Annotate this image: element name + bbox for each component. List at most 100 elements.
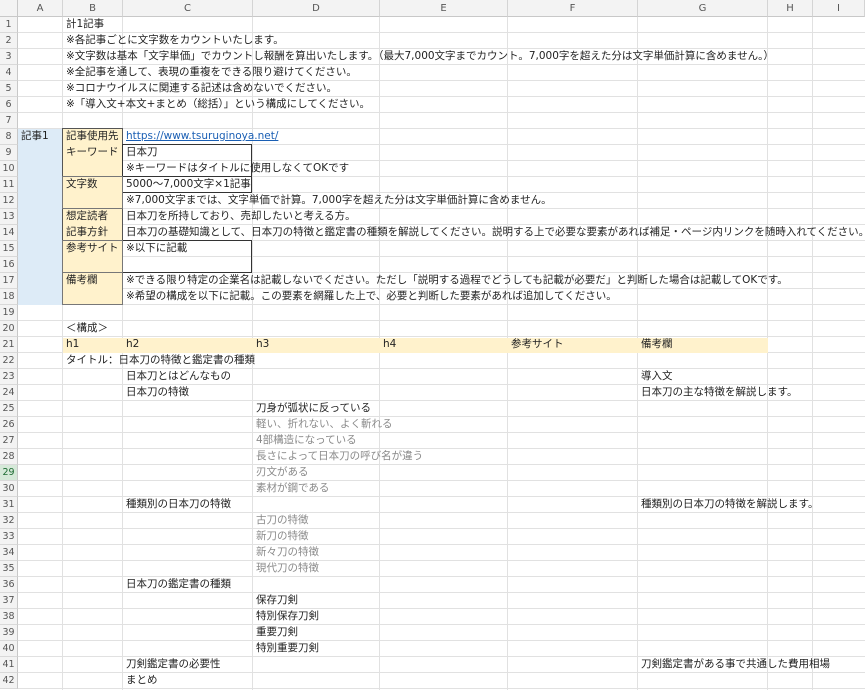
row-header-40[interactable]: 40	[0, 641, 18, 657]
cell-c9-keyword-value[interactable]: 日本刀	[123, 145, 158, 161]
cell-g41[interactable]: 刀剣鑑定書がある事で共通した費用相場	[638, 657, 830, 673]
cell-d26[interactable]: 軽い、折れない、よく斬れる	[253, 417, 393, 433]
row-header-34[interactable]: 34	[0, 545, 18, 561]
cell-b15-ref-label[interactable]: 参考サイト	[63, 241, 119, 257]
column-header-a[interactable]: A	[18, 0, 63, 17]
row-header-23[interactable]: 23	[0, 369, 18, 385]
row-header-26[interactable]: 26	[0, 417, 18, 433]
cell-c18-remarks-2[interactable]: ※希望の構成を以下に記載。この要素を網羅した上で、必要と判断した要素があれば追加…	[123, 289, 617, 305]
row-header-17[interactable]: 17	[0, 273, 18, 289]
row-header-1[interactable]: 1	[0, 17, 18, 33]
cell-b14-policy-label[interactable]: 記事方針	[63, 225, 108, 241]
cell-d21-h3[interactable]: h3	[253, 337, 269, 353]
row-header-6[interactable]: 6	[0, 97, 18, 113]
cell-b13-reader-label[interactable]: 想定読者	[63, 209, 108, 225]
column-header-g[interactable]: G	[638, 0, 768, 17]
column-header-h[interactable]: H	[768, 0, 813, 17]
row-header-11[interactable]: 11	[0, 177, 18, 193]
select-all-corner[interactable]	[0, 0, 18, 17]
cell-b5[interactable]: ※コロナウイルスに関連する記述は含めないでください。	[63, 81, 337, 97]
row-header-25[interactable]: 25	[0, 401, 18, 417]
cell-c12-count-note[interactable]: ※7,000文字までは、文字単価で計算。7,000字を超えた分は文字単価計算に含…	[123, 193, 552, 209]
row-header-41[interactable]: 41	[0, 657, 18, 673]
row-header-10[interactable]: 10	[0, 161, 18, 177]
cell-c13-reader-value[interactable]: 日本刀を所持しており、売却したいと考える方。	[123, 209, 356, 225]
row-header-20[interactable]: 20	[0, 321, 18, 337]
row-header-14[interactable]: 14	[0, 225, 18, 241]
row-header-30[interactable]: 30	[0, 481, 18, 497]
row-header-3[interactable]: 3	[0, 49, 18, 65]
cell-c17-remarks-1[interactable]: ※できる限り特定の企業名は記載しないでください。ただし「説明する過程でどうしても…	[123, 273, 788, 289]
row-header-24[interactable]: 24	[0, 385, 18, 401]
cell-d30[interactable]: 素材が鋼である	[253, 481, 329, 497]
row-header-18[interactable]: 18	[0, 289, 18, 305]
cell-c15-ref-value[interactable]: ※以下に記載	[123, 241, 187, 257]
cell-d32[interactable]: 古刀の特徴	[253, 513, 309, 529]
cell-b22-title[interactable]: タイトル：日本刀の特徴と鑑定書の種類	[63, 353, 255, 369]
cell-c24[interactable]: 日本刀の特徴	[123, 385, 189, 401]
cell-b6[interactable]: ※「導入文+本文+まとめ（総括）」という構成にしてください。	[63, 97, 370, 113]
cell-b4[interactable]: ※全記事を通して、表現の重複をできる限り避けてください。	[63, 65, 357, 81]
cell-d35[interactable]: 現代刀の特徴	[253, 561, 319, 577]
cell-d27[interactable]: 4部構造になっている	[253, 433, 357, 449]
column-header-c[interactable]: C	[123, 0, 253, 17]
cell-e21-h4[interactable]: h4	[380, 337, 396, 353]
row-header-36[interactable]: 36	[0, 577, 18, 593]
row-header-8[interactable]: 8	[0, 129, 18, 145]
cell-g24[interactable]: 日本刀の主な特徴を解説します。	[638, 385, 797, 401]
cell-b20-structure-heading[interactable]: ＜構成＞	[63, 321, 108, 337]
cell-b17-remarks-label[interactable]: 備考欄	[63, 273, 98, 289]
cell-b8-site-label[interactable]: 記事使用先	[63, 129, 119, 145]
row-header-38[interactable]: 38	[0, 609, 18, 625]
cell-b2[interactable]: ※各記事ごとに文字数をカウントいたします。	[63, 33, 284, 49]
row-header-7[interactable]: 7	[0, 113, 18, 129]
cell-d40[interactable]: 特別重要刀剣	[253, 641, 319, 657]
cell-c31[interactable]: 種類別の日本刀の特徴	[123, 497, 231, 513]
column-header-e[interactable]: E	[380, 0, 508, 17]
cell-c10-keyword-note[interactable]: ※キーワードはタイトルに使用しなくてOKです	[123, 161, 349, 177]
row-header-27[interactable]: 27	[0, 433, 18, 449]
row-header-42[interactable]: 42	[0, 673, 18, 689]
cell-d39[interactable]: 重要刀剣	[253, 625, 298, 641]
column-header-d[interactable]: D	[253, 0, 380, 17]
cell-a8-article-label[interactable]: 記事1	[18, 129, 49, 145]
cell-b11-count-label[interactable]: 文字数	[63, 177, 98, 193]
row-header-15[interactable]: 15	[0, 241, 18, 257]
cell-c41[interactable]: 刀剣鑑定書の必要性	[123, 657, 221, 673]
row-header-31[interactable]: 31	[0, 497, 18, 513]
cell-f21-ref[interactable]: 参考サイト	[508, 337, 564, 353]
row-header-9[interactable]: 9	[0, 145, 18, 161]
row-header-19[interactable]: 19	[0, 305, 18, 321]
cell-c14-policy-value[interactable]: 日本刀の基礎知識として、日本刀の特徴と鑑定書の種類を解説してください。説明する上…	[123, 225, 865, 241]
column-header-b[interactable]: B	[63, 0, 123, 17]
row-header-22[interactable]: 22	[0, 353, 18, 369]
cell-d28[interactable]: 長さによって日本刀の呼び名が違う	[253, 449, 423, 465]
row-header-13[interactable]: 13	[0, 209, 18, 225]
row-header-37[interactable]: 37	[0, 593, 18, 609]
cell-d34[interactable]: 新々刀の特徴	[253, 545, 319, 561]
row-header-35[interactable]: 35	[0, 561, 18, 577]
cell-g21-remarks[interactable]: 備考欄	[638, 337, 673, 353]
cell-b21-h1[interactable]: h1	[63, 337, 79, 353]
cell-d38[interactable]: 特別保存刀剣	[253, 609, 319, 625]
row-header-39[interactable]: 39	[0, 625, 18, 641]
row-header-21[interactable]: 21	[0, 337, 18, 353]
cell-d37[interactable]: 保存刀剣	[253, 593, 298, 609]
cell-d25[interactable]: 刀身が弧状に反っている	[253, 401, 371, 417]
cell-c21-h2[interactable]: h2	[123, 337, 139, 353]
row-header-28[interactable]: 28	[0, 449, 18, 465]
row-header-4[interactable]: 4	[0, 65, 18, 81]
cell-b3[interactable]: ※文字数は基本「文字単価」でカウントし報酬を算出いたします。（最大7,000文字…	[63, 49, 774, 65]
row-header-33[interactable]: 33	[0, 529, 18, 545]
row-header-5[interactable]: 5	[0, 81, 18, 97]
cell-c36[interactable]: 日本刀の鑑定書の種類	[123, 577, 231, 593]
row-header-32[interactable]: 32	[0, 513, 18, 529]
row-header-29[interactable]: 29	[0, 465, 18, 481]
cell-b9-keyword-label[interactable]: キーワード	[63, 145, 119, 161]
cell-c8-site-url[interactable]: https://www.tsuruginoya.net/	[123, 129, 278, 145]
row-header-2[interactable]: 2	[0, 33, 18, 49]
row-header-12[interactable]: 12	[0, 193, 18, 209]
cell-g31[interactable]: 種類別の日本刀の特徴を解説します。	[638, 497, 818, 513]
column-header-i[interactable]: I	[813, 0, 865, 17]
column-header-f[interactable]: F	[508, 0, 638, 17]
